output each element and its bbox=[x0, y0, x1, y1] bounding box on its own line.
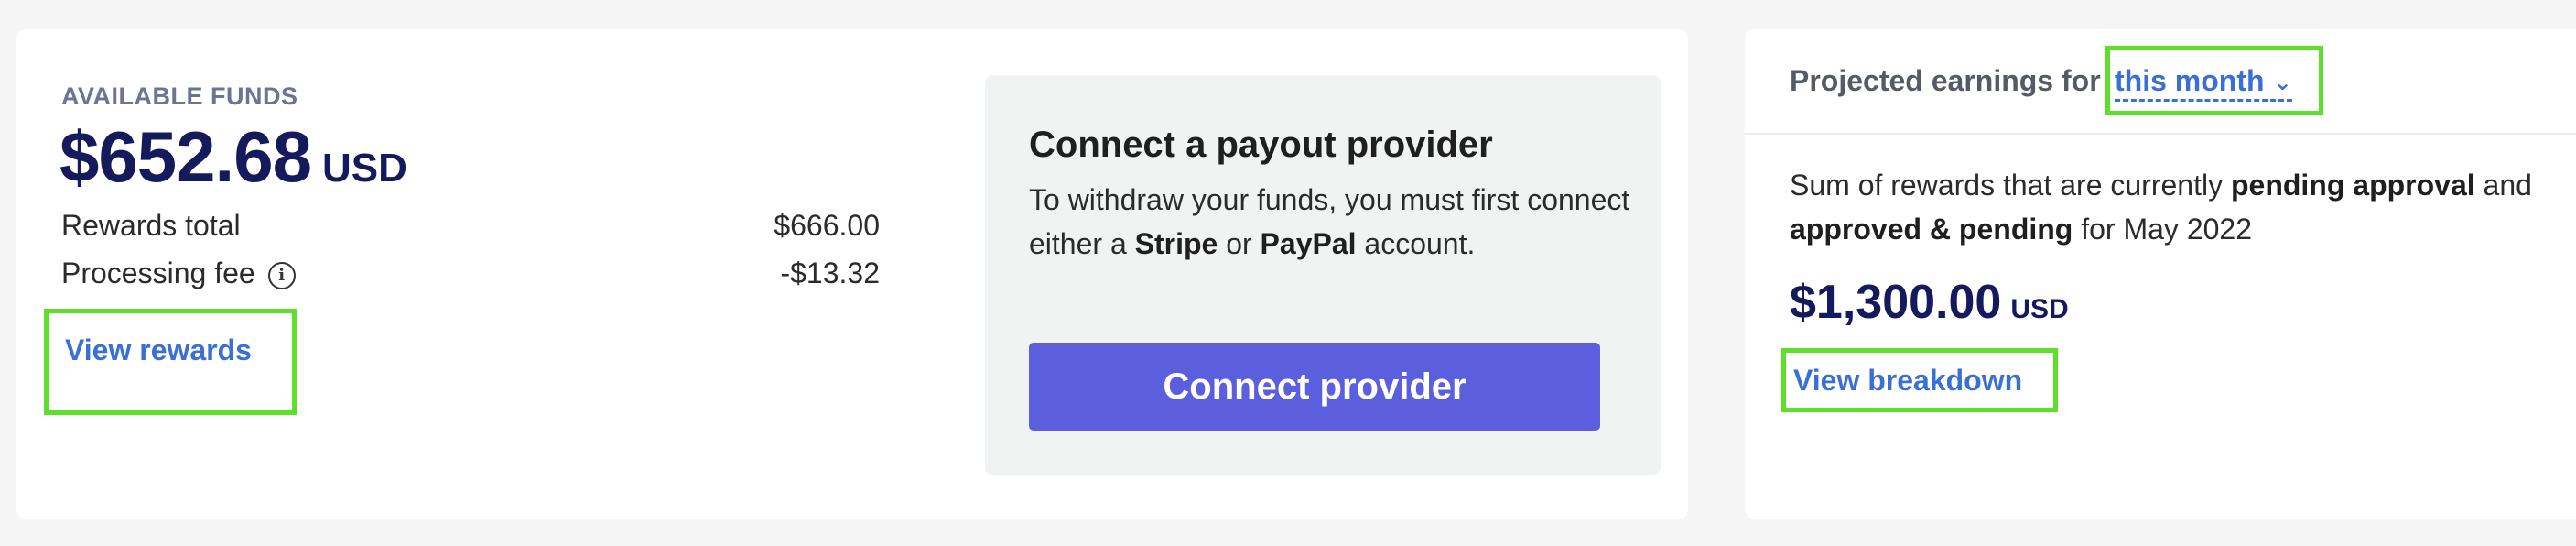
period-dropdown-label: this month bbox=[2115, 64, 2265, 97]
rewards-total-value: $666.00 bbox=[774, 209, 880, 242]
view-breakdown-link[interactable]: View breakdown bbox=[1793, 364, 2022, 398]
rewards-total-row: Rewards total $666.00 bbox=[61, 209, 880, 243]
connect-provider-button[interactable]: Connect provider bbox=[1029, 343, 1600, 431]
funds-currency: USD bbox=[321, 146, 407, 191]
payout-or: or bbox=[1218, 227, 1261, 260]
period-dropdown[interactable]: this month ⌄ bbox=[2115, 65, 2292, 102]
available-funds-label: AVAILABLE FUNDS bbox=[61, 82, 298, 110]
view-breakdown-highlight: View breakdown bbox=[1781, 348, 2058, 412]
earnings-pending-approval: pending approval bbox=[2230, 169, 2475, 202]
processing-fee-label: Processing fee bbox=[61, 257, 255, 289]
available-funds-amount: $652.68 USD bbox=[60, 115, 407, 199]
view-rewards-link[interactable]: View rewards bbox=[65, 333, 252, 367]
projected-earnings-card: Projected earnings for this month ⌄ Sum o… bbox=[1745, 29, 2576, 519]
processing-fee-row: Processing fee i -$13.32 bbox=[61, 257, 880, 290]
view-rewards-highlight: View rewards bbox=[44, 309, 297, 415]
earnings-and: and bbox=[2474, 169, 2532, 202]
earnings-approved-pending: approved & pending bbox=[1790, 213, 2073, 246]
chevron-down-icon: ⌄ bbox=[2273, 70, 2292, 95]
payout-paypal: PayPal bbox=[1260, 227, 1357, 260]
projected-earnings-amount: $1,300.00 USD bbox=[1790, 275, 2069, 330]
earnings-amount-value: $1,300.00 bbox=[1790, 276, 2002, 329]
earnings-header: Projected earnings for this month ⌄ bbox=[1745, 29, 2576, 135]
rewards-total-label: Rewards total bbox=[61, 209, 241, 242]
payout-desc-text-2: account. bbox=[1356, 227, 1476, 260]
payout-title: Connect a payout provider bbox=[1029, 125, 1493, 165]
payout-description: To withdraw your funds, you must first c… bbox=[1029, 178, 1633, 266]
processing-fee-label-wrap: Processing fee i bbox=[61, 257, 296, 290]
period-selector-highlight: this month ⌄ bbox=[2105, 46, 2323, 115]
payout-provider-panel: Connect a payout provider To withdraw yo… bbox=[985, 75, 1661, 475]
processing-fee-value: -$13.32 bbox=[780, 257, 880, 289]
earnings-header-label: Projected earnings for bbox=[1790, 64, 2101, 97]
earnings-desc-text-2: for May 2022 bbox=[2073, 213, 2252, 246]
earnings-currency: USD bbox=[2010, 294, 2069, 324]
earnings-description: Sum of rewards that are currently pendin… bbox=[1790, 163, 2549, 251]
funds-amount-value: $652.68 bbox=[60, 116, 312, 197]
payout-stripe: Stripe bbox=[1134, 227, 1218, 260]
info-icon[interactable]: i bbox=[267, 261, 296, 289]
available-funds-card: AVAILABLE FUNDS $652.68 USD Rewards tota… bbox=[16, 29, 1688, 519]
earnings-desc-text-1: Sum of rewards that are currently bbox=[1790, 169, 2231, 202]
